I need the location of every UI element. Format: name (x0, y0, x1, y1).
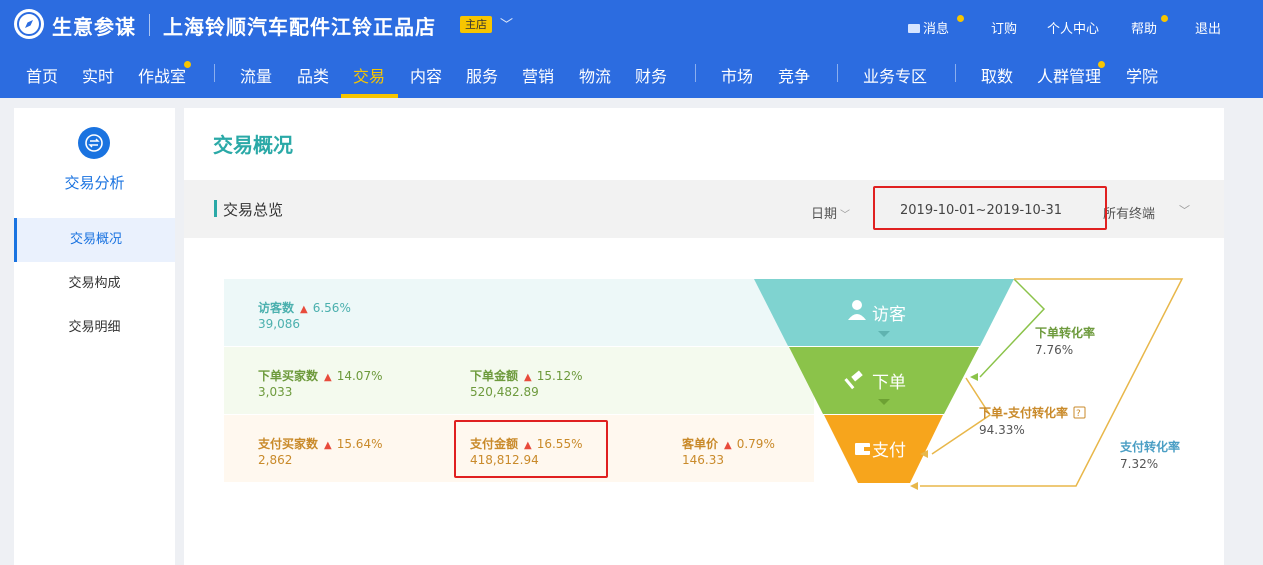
sidebar-item-trade-composition[interactable]: 交易构成 (14, 262, 175, 306)
help-link[interactable]: 帮助 (1131, 18, 1157, 37)
sidebar-item-trade-detail[interactable]: 交易明细 (14, 306, 175, 350)
nav-marketing[interactable]: 营销 (522, 63, 554, 87)
nav-realtime[interactable]: 实时 (82, 63, 114, 87)
nav-market[interactable]: 市场 (721, 63, 753, 87)
nav-business-zone[interactable]: 业务专区 (863, 63, 927, 87)
order-pay-rate-value: 94.33% (979, 423, 1025, 437)
nav-divider (214, 64, 215, 82)
conversion-funnel: 访客 下单 支付 下单转化率 7.76% 下单-支付转化率 ? 94.33% 支… (754, 278, 1184, 490)
shop-tag-badge: 主店 (460, 16, 492, 33)
arrow-up-icon: ▲ (300, 304, 308, 315)
compass-logo-icon[interactable] (14, 9, 44, 39)
page-title: 交易概况 (213, 133, 293, 157)
highlight-box-date-range (873, 186, 1107, 230)
wallet-icon (855, 443, 870, 455)
date-selector[interactable]: 日期 ﹀ (811, 203, 850, 222)
nav-war-room[interactable]: 作战室 (138, 63, 186, 87)
brand-name[interactable]: 生意参谋 (52, 11, 136, 40)
sidebar-item-trade-overview[interactable]: 交易概况 (14, 218, 175, 262)
nav-service[interactable]: 服务 (466, 63, 498, 87)
order-row: 下单买家数 ▲ 14.07% 3,033 下单金额 ▲ 15.12% 520,482.8… (224, 347, 814, 414)
shop-name[interactable]: 上海铃顺汽车配件江铃正品店 (163, 11, 436, 40)
nav-divider (695, 64, 696, 82)
arrow-up-icon: ▲ (324, 372, 332, 383)
nav-content[interactable]: 内容 (410, 63, 442, 87)
nav-divider (955, 64, 956, 82)
user-center-link[interactable]: 个人中心 (1047, 18, 1099, 37)
arrow-up-icon: ▲ (524, 372, 532, 383)
order-buyers-metric: 下单买家数 ▲ 14.07% 3,033 (258, 369, 383, 399)
sidebar: 交易分析 交易概况 交易构成 交易明细 (14, 108, 175, 565)
main-nav: 首页 实时 作战室 流量 品类 交易 内容 服务 营销 物流 财务 市场 竞争 … (0, 50, 1263, 98)
chevron-down-icon: ﹀ (840, 210, 851, 221)
chevron-down-icon[interactable]: ﹀ (500, 14, 513, 33)
section-title: 交易总览 (223, 201, 284, 219)
exchange-icon (78, 127, 110, 159)
nav-category[interactable]: 品类 (297, 63, 329, 87)
arrow-left-icon (970, 373, 978, 381)
nav-academy[interactable]: 学院 (1126, 63, 1158, 87)
help-icon[interactable]: ? (1073, 406, 1086, 419)
section-accent (214, 200, 217, 217)
nav-logistics[interactable]: 物流 (579, 63, 611, 87)
funnel-label-visitor: 访客 (872, 305, 906, 325)
arrow-up-icon: ▲ (724, 440, 732, 451)
top-bar: 生意参谋 上海铃顺汽车配件江铃正品店 主店 ﹀ 消息 订购 个人中心 帮助 退出 (0, 0, 1263, 50)
subscribe-link[interactable]: 订购 (991, 18, 1017, 37)
nav-trade[interactable]: 交易 (353, 63, 385, 87)
divider (149, 14, 150, 36)
nav-divider (837, 64, 838, 82)
mail-icon (908, 24, 920, 33)
notification-dot (957, 15, 964, 22)
notification-dot (184, 61, 191, 68)
nav-active-indicator (341, 94, 398, 98)
nav-data-fetch[interactable]: 取数 (981, 63, 1013, 87)
chevron-down-icon[interactable]: ﹀ (1179, 202, 1190, 218)
arrow-up-icon: ▲ (324, 440, 332, 451)
notification-dot (1098, 61, 1105, 68)
pay-rate-label: 支付转化率 (1119, 439, 1180, 454)
funnel-label-order: 下单 (872, 373, 906, 393)
funnel-label-payment: 支付 (872, 441, 906, 461)
terminal-selector[interactable]: 所有终端 (1103, 203, 1155, 222)
logout-link[interactable]: 退出 (1195, 18, 1221, 37)
order-pay-rate-label: 下单-支付转化率 (979, 405, 1068, 420)
nav-traffic[interactable]: 流量 (240, 63, 272, 87)
nav-crowd-management[interactable]: 人群管理 (1037, 63, 1101, 87)
svg-text:?: ? (1076, 409, 1081, 419)
top-header: 生意参谋 上海铃顺汽车配件江铃正品店 主店 ﹀ 消息 订购 个人中心 帮助 退出… (0, 0, 1263, 98)
order-amount-metric: 下单金额 ▲ 15.12% 520,482.89 (470, 369, 583, 399)
notification-dot (1161, 15, 1168, 22)
visitor-row: 访客数 ▲ 6.56% 39,086 (224, 279, 814, 346)
messages-link[interactable]: 消息 (908, 18, 949, 37)
arrow-left-icon (910, 482, 918, 490)
highlight-box-pay-amount (454, 420, 608, 478)
main-panel: 交易概况 交易总览 日期 ﹀ 2019-10-01~2019-10-31 所有终端… (184, 108, 1224, 565)
order-rate-value: 7.76% (1035, 343, 1073, 357)
pay-rate-value: 7.32% (1120, 457, 1158, 471)
nav-competition[interactable]: 竞争 (778, 63, 810, 87)
pay-buyers-metric: 支付买家数 ▲ 15.64% 2,862 (258, 437, 383, 467)
visitor-metric: 访客数 ▲ 6.56% 39,086 (258, 301, 351, 331)
nav-home[interactable]: 首页 (26, 63, 58, 87)
order-rate-label: 下单转化率 (1035, 325, 1095, 340)
nav-finance[interactable]: 财务 (635, 63, 667, 87)
sidebar-title: 交易分析 (64, 174, 125, 192)
